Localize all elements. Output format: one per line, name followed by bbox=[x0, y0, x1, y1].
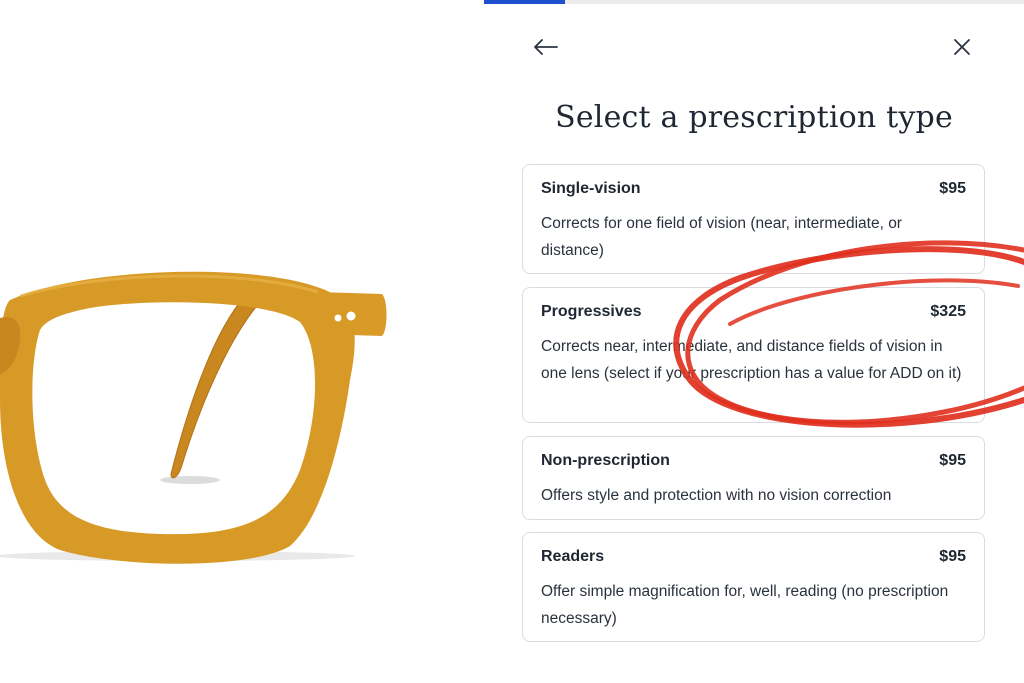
progress-bar-fill bbox=[484, 0, 565, 4]
option-description: Offers style and protection with no visi… bbox=[541, 487, 892, 504]
prescription-panel: Select a prescription type Single-vision… bbox=[484, 0, 1024, 683]
option-name: Single-vision bbox=[541, 180, 641, 197]
option-single-vision[interactable]: Single-vision $95 Corrects for one field… bbox=[522, 164, 985, 274]
arrow-left-icon bbox=[534, 39, 558, 55]
option-price: $95 bbox=[939, 180, 966, 197]
option-price: $95 bbox=[939, 548, 966, 565]
close-icon bbox=[954, 39, 970, 55]
option-name: Progressives bbox=[541, 303, 642, 320]
option-price: $325 bbox=[930, 303, 966, 320]
page-title: Select a prescription type bbox=[555, 100, 953, 135]
option-non-prescription[interactable]: Non-prescription $95 Offers style and pr… bbox=[522, 436, 985, 520]
option-description: Corrects near, intermediate, and distanc… bbox=[541, 338, 962, 382]
option-description: Offer simple magnification for, well, re… bbox=[541, 583, 949, 627]
product-image bbox=[0, 0, 484, 683]
option-progressives[interactable]: Progressives $325 Corrects near, interme… bbox=[522, 287, 985, 423]
option-readers[interactable]: Readers $95 Offer simple magnification f… bbox=[522, 532, 985, 642]
close-button[interactable] bbox=[942, 27, 982, 67]
option-name: Readers bbox=[541, 548, 605, 565]
option-description: Corrects for one field of vision (near, … bbox=[541, 215, 902, 259]
progress-bar bbox=[484, 0, 1024, 4]
option-name: Non-prescription bbox=[541, 452, 670, 469]
eyeglasses-image bbox=[0, 271, 387, 564]
back-button[interactable] bbox=[526, 27, 566, 67]
option-price: $95 bbox=[939, 452, 966, 469]
